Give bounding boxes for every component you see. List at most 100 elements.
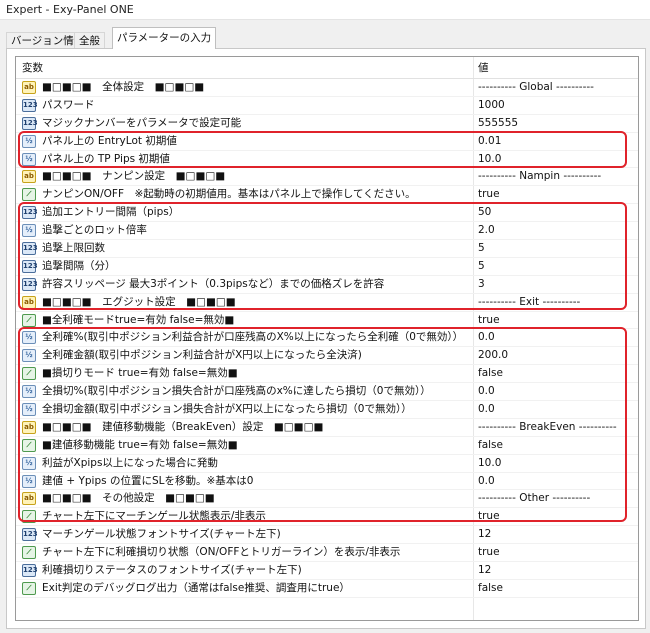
parameter-name: ■全利確モードtrue=有効 false=無効■ — [42, 313, 235, 326]
grid-header: 変数 値 — [16, 57, 638, 79]
parameter-value[interactable]: 1000 — [478, 97, 505, 115]
parameter-row[interactable]: ⟋ チャート左下に利確損切り状態（ON/OFFとトリガーライン）を表示/非表示 tr… — [16, 544, 638, 563]
parameter-value[interactable]: false — [478, 437, 503, 455]
parameter-value[interactable]: ---------- Other ---------- — [478, 490, 590, 508]
double-param-icon: ½ — [22, 349, 36, 363]
parameter-value[interactable]: 10.0 — [478, 455, 501, 473]
parameter-name: 全損切%(取引中ポジション損失合計が口座残高のx%に達したら損切（0で無効）） — [42, 385, 431, 398]
parameter-value[interactable]: false — [478, 365, 503, 383]
integer-param-icon: 123 — [22, 277, 38, 291]
parameter-row[interactable]: 123 パスワード 1000 — [16, 97, 638, 115]
tab-general[interactable]: 全般 — [74, 32, 105, 49]
parameter-name: 追撃上限回数 — [42, 242, 105, 255]
integer-param-icon: 123 — [22, 98, 38, 112]
window-title: Expert - Exy-Panel ONE — [6, 3, 134, 16]
integer-param-icon: 123 — [22, 242, 38, 256]
parameter-row[interactable]: ½ 全利確金額(取引中ポジション利益合計がX円以上になったら全決済) 200.0 — [16, 347, 638, 366]
expert-dialog: バージョン情報 全般 パラメーターの入力 変数 値 ab ■□■□■ 全体設定 ■… — [0, 20, 650, 633]
double-param-icon: ½ — [22, 152, 36, 166]
parameter-row[interactable]: ab ■□■□■ 建値移動機能（BreakEven）設定 ■□■□■ -------… — [16, 419, 638, 437]
parameter-name: ■建値移動機能 true=有効 false=無効■ — [42, 438, 238, 451]
parameter-value[interactable]: ---------- BreakEven ---------- — [478, 419, 617, 437]
parameter-value[interactable]: 555555 — [478, 115, 518, 133]
parameter-row[interactable]: ½ 全損切%(取引中ポジション損失合計が口座残高のx%に達したら損切（0で無効））… — [16, 383, 638, 402]
parameter-row[interactable]: ab ■□■□■ ナンピン設定 ■□■□■ ---------- Nampin --… — [16, 168, 638, 187]
parameter-value[interactable]: 0.0 — [478, 401, 495, 419]
parameter-value[interactable]: 0.01 — [478, 133, 501, 151]
parameter-row[interactable]: ½ パネル上の TP Pips 初期値 10.0 — [16, 151, 638, 169]
parameter-value[interactable]: 0.0 — [478, 383, 495, 401]
parameter-value[interactable]: ---------- Global ---------- — [478, 79, 594, 97]
parameter-row[interactable]: ab ■□■□■ その他設定 ■□■□■ ---------- Other ----… — [16, 490, 638, 509]
parameter-value[interactable]: false — [478, 580, 503, 598]
parameter-row[interactable]: ½ 利益がXpips以上になった場合に発動 10.0 — [16, 455, 638, 473]
parameter-value[interactable]: true — [478, 508, 500, 526]
boolean-param-icon: ⟋ — [22, 313, 36, 327]
parameter-name: パネル上の EntryLot 初期値 — [42, 134, 177, 147]
parameter-row[interactable]: ⟋ ナンピンON/OFF ※起動時の初期値用。基本はパネル上で操作してください。 t… — [16, 186, 638, 205]
parameter-row[interactable]: 123 追加エントリー間隔（pips） 50 — [16, 204, 638, 223]
parameter-value[interactable]: 5 — [478, 258, 485, 276]
parameter-name: パネル上の TP Pips 初期値 — [42, 152, 170, 165]
parameter-rows: ab ■□■□■ 全体設定 ■□■□■ ---------- Global ----… — [16, 79, 638, 598]
parameter-name: 全損切金額(取引中ポジション損失合計がX円以上になったら損切（0で無効）） — [42, 403, 412, 416]
tab-input-parameters[interactable]: パラメーターの入力 — [112, 27, 217, 49]
parameter-name: 全利確%(取引中ポジション利益合計が口座残高のX%以上になったら全利確（0で無効… — [42, 331, 464, 344]
parameter-row[interactable]: ⟋ ■建値移動機能 true=有効 false=無効■ false — [16, 437, 638, 455]
parameters-grid: 変数 値 ab ■□■□■ 全体設定 ■□■□■ ---------- Global… — [15, 56, 639, 621]
parameter-row[interactable]: ½ 全利確%(取引中ポジション利益合計が口座残高のX%以上になったら全利確（0で無… — [16, 329, 638, 348]
parameter-row[interactable]: ⟋ ■全利確モードtrue=有効 false=無効■ true — [16, 312, 638, 330]
parameter-name: マーチンゲール状態フォントサイズ(チャート左下) — [42, 528, 281, 541]
parameter-name: ナンピンON/OFF ※起動時の初期値用。基本はパネル上で操作してください。 — [42, 188, 416, 201]
parameter-value[interactable]: 50 — [478, 204, 491, 222]
parameter-row[interactable]: ⟋ ■損切りモード true=有効 false=無効■ false — [16, 365, 638, 384]
integer-param-icon: 123 — [22, 528, 38, 542]
parameter-row[interactable]: ⟋ チャート左下にマーチンゲール状態表示/非表示 true — [16, 508, 638, 527]
parameter-name: ■□■□■ ナンピン設定 ■□■□■ — [42, 170, 226, 183]
parameter-row[interactable]: 123 利確損切りステータスのフォントサイズ(チャート左下) 12 — [16, 562, 638, 580]
column-header-variable[interactable]: 変数 — [22, 57, 43, 79]
parameter-name: ■損切りモード true=有効 false=無効■ — [42, 367, 238, 380]
parameter-value[interactable]: 3 — [478, 276, 485, 294]
string-param-icon: ab — [22, 492, 36, 506]
window-titlebar: Expert - Exy-Panel ONE — [0, 0, 650, 20]
parameters-tab-page: 変数 値 ab ■□■□■ 全体設定 ■□■□■ ---------- Global… — [6, 48, 646, 629]
parameter-value[interactable]: 5 — [478, 240, 485, 258]
parameter-row[interactable]: ½ パネル上の EntryLot 初期値 0.01 — [16, 133, 638, 151]
parameter-value[interactable]: 12 — [478, 562, 491, 580]
parameter-row[interactable]: ⟋ Exit判定のデバッグログ出力（通常はfalse推奨、調査用にtrue） fal… — [16, 580, 638, 598]
boolean-param-icon: ⟋ — [22, 188, 36, 202]
parameter-value[interactable]: 10.0 — [478, 151, 501, 169]
parameter-value[interactable]: 0.0 — [478, 329, 495, 347]
boolean-param-icon: ⟋ — [22, 367, 36, 381]
parameter-row[interactable]: ab ■□■□■ エグジット設定 ■□■□■ ---------- Exit ---… — [16, 294, 638, 312]
parameter-value[interactable]: true — [478, 544, 500, 562]
parameter-value[interactable]: 12 — [478, 526, 491, 544]
double-param-icon: ½ — [22, 134, 36, 148]
parameter-row[interactable]: 123 追撃上限回数 5 — [16, 240, 638, 258]
parameter-row[interactable]: ½ 全損切金額(取引中ポジション損失合計がX円以上になったら損切（0で無効）） 0.… — [16, 401, 638, 419]
parameter-value[interactable]: ---------- Exit ---------- — [478, 294, 580, 312]
parameter-value[interactable]: ---------- Nampin ---------- — [478, 168, 601, 186]
parameter-row[interactable]: ab ■□■□■ 全体設定 ■□■□■ ---------- Global ----… — [16, 79, 638, 97]
column-header-value[interactable]: 値 — [478, 57, 489, 79]
parameter-value[interactable]: true — [478, 186, 500, 204]
parameter-value[interactable]: 2.0 — [478, 222, 495, 240]
parameter-row[interactable]: 123 許容スリッページ 最大3ポイント（0.3pipsなど）までの価格ズレを許容… — [16, 276, 638, 294]
parameter-name: ■□■□■ その他設定 ■□■□■ — [42, 492, 215, 505]
parameter-row[interactable]: ½ 建値 + Ypips の位置にSLを移動。※基本は0 0.0 — [16, 473, 638, 491]
double-param-icon: ½ — [22, 456, 36, 470]
parameter-row[interactable]: 123 マジックナンバーをパラメータで設定可能 555555 — [16, 115, 638, 133]
parameter-name: ■□■□■ 建値移動機能（BreakEven）設定 ■□■□■ — [42, 420, 324, 433]
string-param-icon: ab — [22, 420, 36, 434]
parameter-row[interactable]: 123 マーチンゲール状態フォントサイズ(チャート左下) 12 — [16, 526, 638, 545]
integer-param-icon: 123 — [22, 206, 38, 220]
boolean-param-icon: ⟋ — [22, 438, 36, 452]
parameter-value[interactable]: true — [478, 312, 500, 330]
parameter-value[interactable]: 0.0 — [478, 473, 495, 491]
parameter-name: パスワード — [42, 98, 95, 111]
integer-param-icon: 123 — [22, 259, 38, 273]
parameter-row[interactable]: ½ 追撃ごとのロット倍率 2.0 — [16, 222, 638, 241]
parameter-row[interactable]: 123 追撃間隔（分） 5 — [16, 258, 638, 276]
parameter-value[interactable]: 200.0 — [478, 347, 508, 365]
